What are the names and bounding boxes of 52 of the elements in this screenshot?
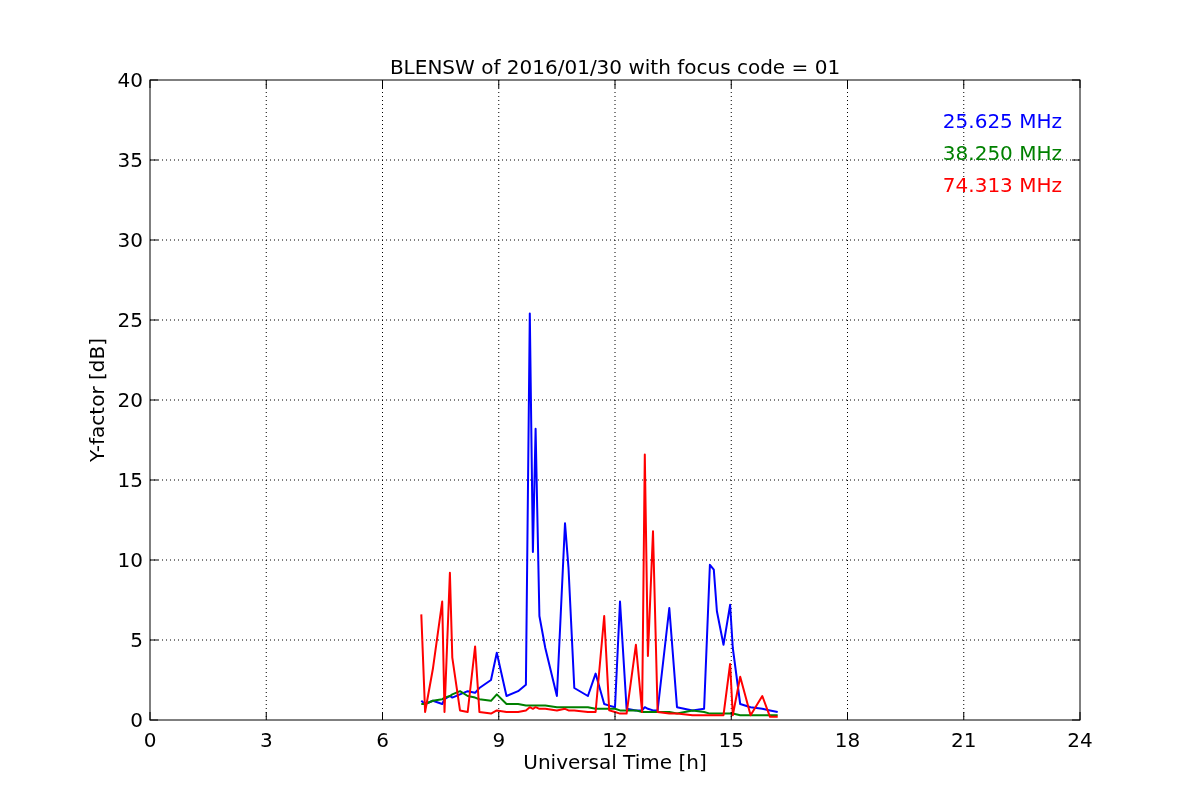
x-tick-label: 6 [376,728,389,752]
tick-mark [498,79,500,89]
x-tick-label: 9 [492,728,506,752]
tick-mark [963,711,965,721]
tick-mark [847,711,848,721]
tick-mark [382,711,383,721]
legend-label: 74.313 MHz [942,173,1062,197]
y-tick-label: 40 [117,68,143,92]
tick-mark [614,79,616,89]
x-tick-label: 0 [143,728,157,752]
x-axis-label: Universal Time [h] [523,750,707,774]
tick-mark [1071,639,1081,641]
y-tick-label: 15 [117,468,143,492]
x-tick-label: 18 [834,728,861,752]
y-axis-label: Y-factor [dB] [85,338,109,462]
tick-mark [1071,559,1081,561]
tick-mark [847,79,848,89]
x-tick-label: 21 [951,728,977,752]
tick-mark [1071,159,1081,161]
y-tick-label: 20 [117,388,143,412]
y-tick-label: 10 [117,548,143,572]
tick-mark [1071,399,1081,401]
tick-mark [149,319,159,321]
legend-label: 25.625 MHz [942,109,1062,133]
tick-mark [1071,239,1081,241]
x-tick-label: 15 [718,728,744,752]
tick-mark [1071,319,1081,321]
x-tick-label: 24 [1067,728,1093,752]
x-tick-label: 12 [602,728,628,752]
x-tick-label: 3 [259,728,273,752]
tick-mark [149,399,159,401]
y-tick-label: 30 [117,228,143,252]
tick-mark [149,239,159,241]
tick-mark [730,711,732,721]
tick-mark [614,711,616,721]
y-tick-label: 25 [117,308,143,332]
chart-title: BLENSW of 2016/01/30 with focus code = 01 [389,55,841,79]
tick-mark [265,79,267,89]
tick-mark [963,79,965,89]
tick-mark [149,559,159,561]
legend-label: 38.250 MHz [942,141,1062,165]
tick-mark [498,711,500,721]
tick-mark [265,711,267,721]
y-tick-label: 5 [130,628,143,652]
tick-mark [149,479,159,481]
tick-mark [382,79,383,89]
y-tick-label: 0 [130,708,143,732]
tick-mark [1071,479,1081,481]
tick-mark [730,79,732,89]
y-tick-label: 35 [117,148,143,172]
tick-mark [149,639,159,641]
tick-mark [149,159,159,161]
